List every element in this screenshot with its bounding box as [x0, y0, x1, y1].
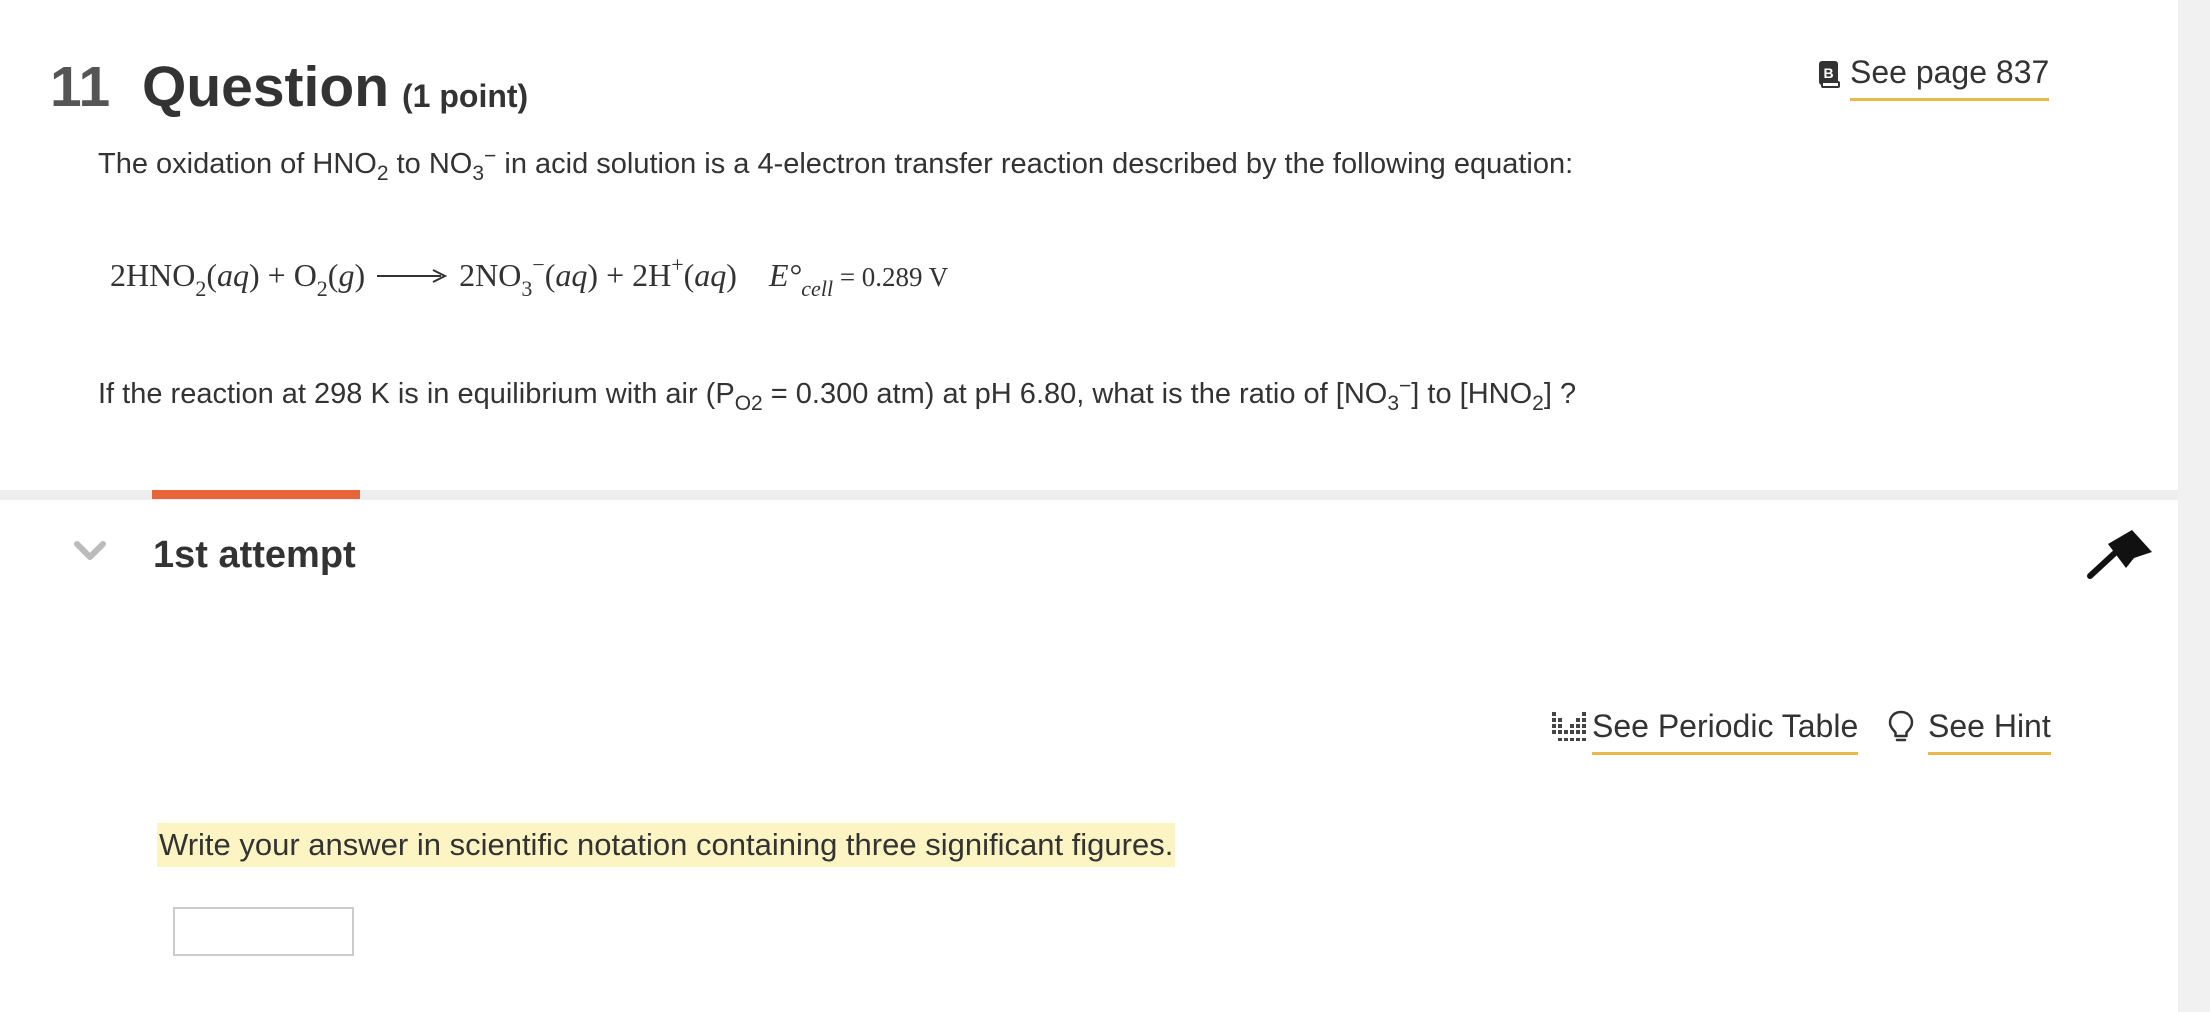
see-periodic-table-label: See Periodic Table — [1592, 706, 1859, 755]
answer-instruction: Write your answer in scientific notation… — [157, 823, 1176, 867]
book-icon: B — [1818, 60, 1840, 93]
reaction-equation: 2HNO2(aq) + O2(g) 2NO3−(aq) + 2H+(aq) E°c… — [110, 250, 949, 301]
lightbulb-icon — [1888, 710, 1914, 742]
see-page-link[interactable]: B See page 837 — [1818, 52, 2050, 101]
question-points: (1 point) — [402, 78, 529, 114]
reaction-arrow — [377, 250, 448, 300]
attempt-accent-bar — [152, 490, 360, 499]
see-periodic-table-link[interactable]: See Periodic Table — [1552, 706, 1859, 755]
chevron-down-icon[interactable] — [74, 540, 106, 567]
answer-input[interactable] — [173, 907, 354, 956]
see-hint-link[interactable]: See Hint — [1888, 706, 2051, 755]
flag-icon[interactable] — [2086, 528, 2154, 585]
right-gutter — [2178, 0, 2210, 1012]
periodic-table-icon — [1552, 712, 1586, 741]
attempt-title: 1st attempt — [153, 534, 356, 576]
question-title: Question — [142, 55, 390, 119]
see-page-label: See page 837 — [1850, 52, 2050, 101]
question-intro: The oxidation of HNO2 to NO3− in acid so… — [98, 144, 1574, 185]
question-number: 11 — [50, 55, 111, 119]
svg-text:B: B — [1823, 65, 1833, 81]
question-text: If the reaction at 298 K is in equilibri… — [98, 374, 1577, 415]
see-hint-label: See Hint — [1928, 706, 2051, 755]
